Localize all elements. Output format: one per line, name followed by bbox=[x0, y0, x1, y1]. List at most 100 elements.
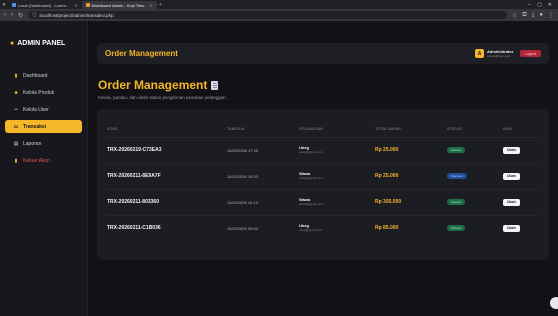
customer-cell: Ubeg ubeg@gmail.com bbox=[299, 214, 375, 241]
site-info-icon[interactable]: ⓘ bbox=[32, 12, 37, 18]
column-header-tanggal[interactable]: TANGGAL bbox=[227, 121, 299, 137]
extensions-icon[interactable]: ⧉ bbox=[522, 12, 526, 19]
favicon-icon bbox=[12, 3, 16, 7]
customer-cell: Wawa wawa@gmail.com bbox=[299, 188, 375, 215]
user-meta: Administrator admin@kopi.com bbox=[487, 49, 513, 58]
forward-icon[interactable]: › bbox=[11, 12, 13, 18]
browser-toolbar: ‹ › ↻ ⓘ localhost/project/admin/transaks… bbox=[0, 9, 558, 21]
maximize-icon[interactable]: ▢ bbox=[537, 2, 542, 8]
minimize-icon[interactable]: – bbox=[528, 2, 531, 8]
document-icon bbox=[211, 80, 219, 90]
sidebar-menu: ▮ Dashboard ■ Kelola Produk •• Kelola Us… bbox=[0, 69, 87, 167]
back-icon[interactable]: ‹ bbox=[4, 12, 6, 18]
action-cell: Ubah bbox=[503, 136, 539, 163]
customer-email: ubeg@gmail.com bbox=[299, 150, 323, 154]
customer-email: wawa@gmail.com bbox=[299, 202, 324, 206]
table-row: TRX-20260211-8E9A7F 11/02/2026 10:20 Waw… bbox=[107, 162, 539, 189]
top-header: Order Management A Administrator admin@k… bbox=[97, 43, 549, 64]
reload-icon[interactable]: ↻ bbox=[18, 12, 23, 19]
status-badge: Selesai bbox=[447, 147, 465, 153]
brand-name: ADMIN PANEL bbox=[17, 40, 66, 47]
edit-button[interactable]: Ubah bbox=[503, 172, 520, 180]
action-cell: Ubah bbox=[503, 214, 539, 241]
box-icon: ■ bbox=[14, 89, 18, 96]
bookmark-star-icon[interactable]: ☆ bbox=[512, 12, 517, 19]
new-tab-icon[interactable]: + bbox=[159, 2, 162, 8]
sidebar-item-label: Keluar Akun bbox=[23, 157, 50, 164]
close-window-icon[interactable]: ✕ bbox=[548, 2, 552, 8]
edit-button[interactable]: Ubah bbox=[503, 198, 520, 206]
order-date: 19/02/2026 17:15 bbox=[227, 136, 299, 163]
column-header-status[interactable]: STATUS bbox=[447, 121, 503, 137]
profile-icon[interactable]: ● bbox=[539, 12, 543, 18]
sidebar-item-kelola-produk[interactable]: ■ Kelola Produk bbox=[5, 86, 82, 99]
action-cell: Ubah bbox=[503, 162, 539, 189]
column-header-total[interactable]: TOTAL BAYAR bbox=[375, 121, 447, 137]
sidebar-item-dashboard[interactable]: ▮ Dashboard bbox=[5, 69, 82, 82]
page-title-text: Order Management bbox=[98, 78, 208, 92]
page-subtitle: Kelola, pantau, dan ubah status pengirim… bbox=[98, 95, 227, 100]
status-badge: Selesai bbox=[447, 199, 465, 205]
favicon-icon bbox=[85, 3, 90, 7]
browser-tab-label: Dashboard Admin - Kopi Toko bbox=[91, 2, 145, 8]
window-controls: – ▢ ✕ bbox=[528, 2, 558, 8]
page-title: Order Management bbox=[98, 78, 227, 92]
brand[interactable]: ● ADMIN PANEL bbox=[0, 21, 87, 47]
table-row: TRX-20260211-803360 11/02/2026 10:13 Waw… bbox=[107, 188, 539, 215]
sidebar-item-label: Dashboard bbox=[23, 72, 48, 79]
column-header-pelanggan[interactable]: PELANGGAN bbox=[299, 121, 375, 137]
status-cell: Selesai bbox=[447, 136, 503, 163]
logout-icon: ▮ bbox=[14, 157, 18, 164]
sidebar-item-label: Laporan bbox=[23, 140, 42, 147]
address-bar[interactable]: ⓘ localhost/project/admin/transaksi.php bbox=[28, 11, 508, 19]
window-menu-icon[interactable]: ▾ bbox=[0, 0, 8, 9]
table-row: TRX-20260211-C1B036 11/02/2026 09:54 Ube… bbox=[107, 214, 539, 241]
user-profile: A Administrator admin@kopi.com Logout bbox=[475, 49, 541, 58]
order-code: TRX-20260219-C73EA3 bbox=[107, 136, 227, 163]
status-cell: Selesai bbox=[447, 214, 503, 241]
orders-card: KODE TANGGAL PELANGGAN TOTAL BAYAR STATU… bbox=[97, 109, 549, 260]
status-badge: Selesai bbox=[447, 225, 465, 232]
logout-button[interactable]: Logout bbox=[520, 50, 541, 57]
floating-chat-button[interactable] bbox=[550, 297, 558, 309]
chart-icon: ▮ bbox=[14, 72, 18, 79]
close-tab-icon[interactable]: ✕ bbox=[149, 3, 152, 8]
order-date: 11/02/2026 10:20 bbox=[227, 162, 299, 189]
close-tab-icon[interactable]: ✕ bbox=[74, 3, 77, 8]
sidebar-item-laporan[interactable]: ▤ Laporan bbox=[5, 137, 82, 150]
sidebar-item-kelola-user[interactable]: •• Kelola User bbox=[5, 103, 82, 116]
coffee-logo-icon: ● bbox=[10, 40, 15, 47]
browser-tab-active[interactable]: Dashboard Admin - Kopi Toko ✕ bbox=[81, 1, 157, 9]
order-date: 11/02/2026 10:13 bbox=[227, 188, 299, 215]
edit-button[interactable]: Ubah bbox=[503, 146, 520, 154]
user-email: admin@kopi.com bbox=[487, 53, 511, 58]
browser-tab[interactable]: Lokal (Dashboard) - Lorem... ✕ bbox=[8, 1, 82, 9]
order-code: TRX-20260211-803360 bbox=[107, 188, 227, 215]
more-menu-icon[interactable]: ⋮ bbox=[548, 12, 554, 19]
sidebar-item-transaksi[interactable]: ▭ Transaksi bbox=[5, 120, 82, 133]
orders-table: KODE TANGGAL PELANGGAN TOTAL BAYAR STATU… bbox=[107, 121, 539, 241]
sidebar-item-label: Kelola Produk bbox=[23, 89, 55, 96]
order-total: Rp 305.000 bbox=[375, 188, 447, 215]
download-icon[interactable]: ⤓ bbox=[532, 12, 535, 19]
customer-email: ubeg@gmail.com bbox=[299, 228, 323, 233]
column-header-kode[interactable]: KODE bbox=[107, 121, 227, 137]
table-row: TRX-20260219-C73EA3 19/02/2026 17:15 Ube… bbox=[107, 136, 539, 163]
order-date: 11/02/2026 09:54 bbox=[227, 214, 299, 241]
sidebar-item-label: Transaksi bbox=[23, 123, 47, 130]
status-badge: Diproses bbox=[447, 173, 467, 179]
sidebar-item-keluar-akun[interactable]: ▮ Keluar Akun bbox=[5, 154, 82, 167]
avatar[interactable]: A bbox=[475, 49, 485, 58]
sidebar: ● ADMIN PANEL ▮ Dashboard ■ Kelola Produ… bbox=[0, 21, 88, 316]
order-total: Rp 25.000 bbox=[375, 162, 447, 189]
order-code: TRX-20260211-8E9A7F bbox=[107, 162, 227, 189]
column-header-aksi: AKSI bbox=[503, 126, 512, 131]
card-icon: ▭ bbox=[13, 123, 19, 130]
users-icon: •• bbox=[14, 106, 18, 113]
edit-button[interactable]: Ubah bbox=[503, 224, 520, 232]
action-cell: Ubah bbox=[503, 188, 539, 215]
page-heading: Order Management Kelola, pantau, dan uba… bbox=[98, 78, 227, 100]
customer-email: wawa@gmail.com bbox=[299, 176, 324, 180]
order-code: TRX-20260211-C1B036 bbox=[107, 214, 227, 241]
browser-tab-label: Lokal (Dashboard) - Lorem... bbox=[18, 2, 70, 8]
